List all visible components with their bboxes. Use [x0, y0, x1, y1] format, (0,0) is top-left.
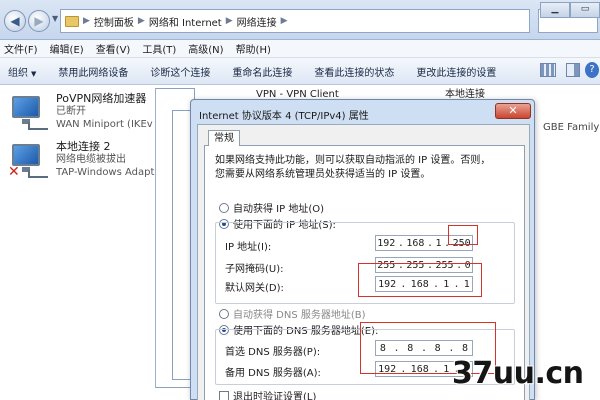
- auto-ip-label: 自动获得 IP 地址(O): [233, 204, 325, 215]
- ip-address-label: IP 地址(I):: [225, 242, 272, 253]
- breadcrumb-item[interactable]: 网络连接: [237, 14, 277, 29]
- menu-advanced[interactable]: 高级(N): [188, 41, 223, 56]
- connection-status: 网络电缆被拔出: [56, 154, 126, 165]
- menu-file[interactable]: 文件(F): [4, 41, 38, 56]
- radio-icon: [219, 308, 229, 319]
- menu-view[interactable]: 查看(V): [96, 41, 131, 56]
- dialog-title: Internet 协议版本 4 (TCP/IPv4) 属性: [199, 111, 369, 122]
- diagnose-connection-button[interactable]: 诊断这个连接: [150, 64, 210, 79]
- validate-on-exit-checkbox[interactable]: 退出时验证设置(L): [219, 388, 316, 400]
- ip-octet: 1: [435, 237, 442, 249]
- breadcrumb-separator-icon[interactable]: ▶: [226, 16, 233, 26]
- disconnected-x-icon: ✕: [8, 164, 20, 180]
- auto-ip-radio[interactable]: 自动获得 IP 地址(O): [219, 200, 324, 215]
- minimize-icon[interactable]: ▁: [540, 2, 570, 18]
- connection-item-local-2[interactable]: ✕ 本地连接 2 网络电缆被拔出 TAP-Windows Adapt: [8, 140, 154, 180]
- connection-name: PoVPN网络加速器: [56, 92, 147, 105]
- menu-bar: 文件(F) 编辑(E) 查看(V) 工具(T) 高级(N) 帮助(H): [0, 40, 600, 58]
- breadcrumb-separator-icon[interactable]: ▶: [281, 16, 288, 26]
- subnet-mask-label: 子网掩码(U):: [225, 264, 284, 275]
- maximize-icon[interactable]: ▭: [570, 2, 600, 18]
- close-icon[interactable]: ✕: [495, 103, 531, 119]
- connection-device: WAN Miniport (IKEv: [56, 119, 153, 130]
- local-connection-device: GBE Family Co: [543, 122, 600, 133]
- checkbox-icon: [219, 390, 229, 400]
- connection-item-povpn[interactable]: PoVPN网络加速器 已断开 WAN Miniport (IKEv: [8, 92, 153, 132]
- preferred-dns-label: 首选 DNS 服务器(P):: [225, 347, 321, 358]
- forward-arrow-icon[interactable]: ▶: [28, 10, 50, 32]
- radio-icon: [219, 202, 229, 213]
- network-adapter-icon: ✕: [8, 140, 48, 180]
- command-bar: 组织 ▼ 禁用此网络设备 诊断这个连接 重命名此连接 查看此连接的状态 更改此连接…: [0, 58, 600, 85]
- organize-label: 组织: [8, 67, 28, 79]
- intro-line-2: 您需要从网络系统管理员处获得适当的 IP 设置。: [215, 169, 431, 180]
- site-watermark: 37uu.cn: [452, 356, 584, 391]
- ip-octet: 192: [377, 237, 396, 249]
- auto-dns-label: 自动获得 DNS 服务器地址(B): [233, 310, 366, 321]
- control-panel-folder-icon: [65, 15, 79, 27]
- menu-edit[interactable]: 编辑(E): [50, 41, 84, 56]
- view-options-icon[interactable]: [540, 63, 556, 77]
- intro-text: 如果网络支持此功能，则可以获取自动指派的 IP 设置。否则， 您需要从网络系统管…: [215, 154, 515, 182]
- breadcrumb[interactable]: ▶ 控制面板 ▶ 网络和 Internet ▶ 网络连接 ▶: [60, 9, 530, 33]
- highlight-ip-last-octet: [448, 225, 478, 245]
- connection-status: 已断开: [56, 106, 86, 117]
- highlight-gateway: [358, 263, 482, 297]
- breadcrumb-item[interactable]: 网络和 Internet: [149, 14, 222, 29]
- menu-help[interactable]: 帮助(H): [236, 41, 271, 56]
- preview-pane-icon[interactable]: [566, 63, 580, 77]
- change-settings-button[interactable]: 更改此连接的设置: [416, 64, 496, 79]
- breadcrumb-item[interactable]: 控制面板: [94, 14, 134, 29]
- address-bar: ◀ ▶ ▼ ▶ 控制面板 ▶ 网络和 Internet ▶ 网络连接 ▶ ▁ ▭: [0, 0, 600, 40]
- default-gateway-label: 默认网关(D):: [225, 283, 284, 294]
- intro-line-1: 如果网络支持此功能，则可以获取自动指派的 IP 设置。否则，: [215, 155, 491, 166]
- connection-name: 本地连接 2: [56, 140, 111, 153]
- view-status-button[interactable]: 查看此连接的状态: [314, 64, 394, 79]
- organize-button[interactable]: 组织 ▼: [8, 64, 36, 79]
- validate-on-exit-label: 退出时验证设置(L): [233, 392, 317, 400]
- ip-octet: 168: [406, 237, 425, 249]
- breadcrumb-separator-icon[interactable]: ▶: [138, 16, 145, 26]
- menu-tools[interactable]: 工具(T): [142, 41, 176, 56]
- chevron-down-icon: ▼: [31, 69, 37, 78]
- alternate-dns-label: 备用 DNS 服务器(A):: [225, 368, 321, 379]
- back-arrow-icon[interactable]: ◀: [4, 10, 26, 32]
- connection-device: TAP-Windows Adapt: [56, 167, 155, 178]
- rename-connection-button[interactable]: 重命名此连接: [232, 64, 292, 79]
- help-icon[interactable]: ?: [585, 62, 599, 78]
- auto-dns-radio[interactable]: 自动获得 DNS 服务器地址(B): [219, 306, 366, 321]
- disable-device-button[interactable]: 禁用此网络设备: [58, 64, 128, 79]
- recent-pages-chevron-icon[interactable]: ▼: [52, 14, 58, 23]
- tab-general[interactable]: 常规: [208, 130, 240, 146]
- network-adapter-icon: [8, 92, 48, 132]
- breadcrumb-separator-icon[interactable]: ▶: [83, 16, 90, 26]
